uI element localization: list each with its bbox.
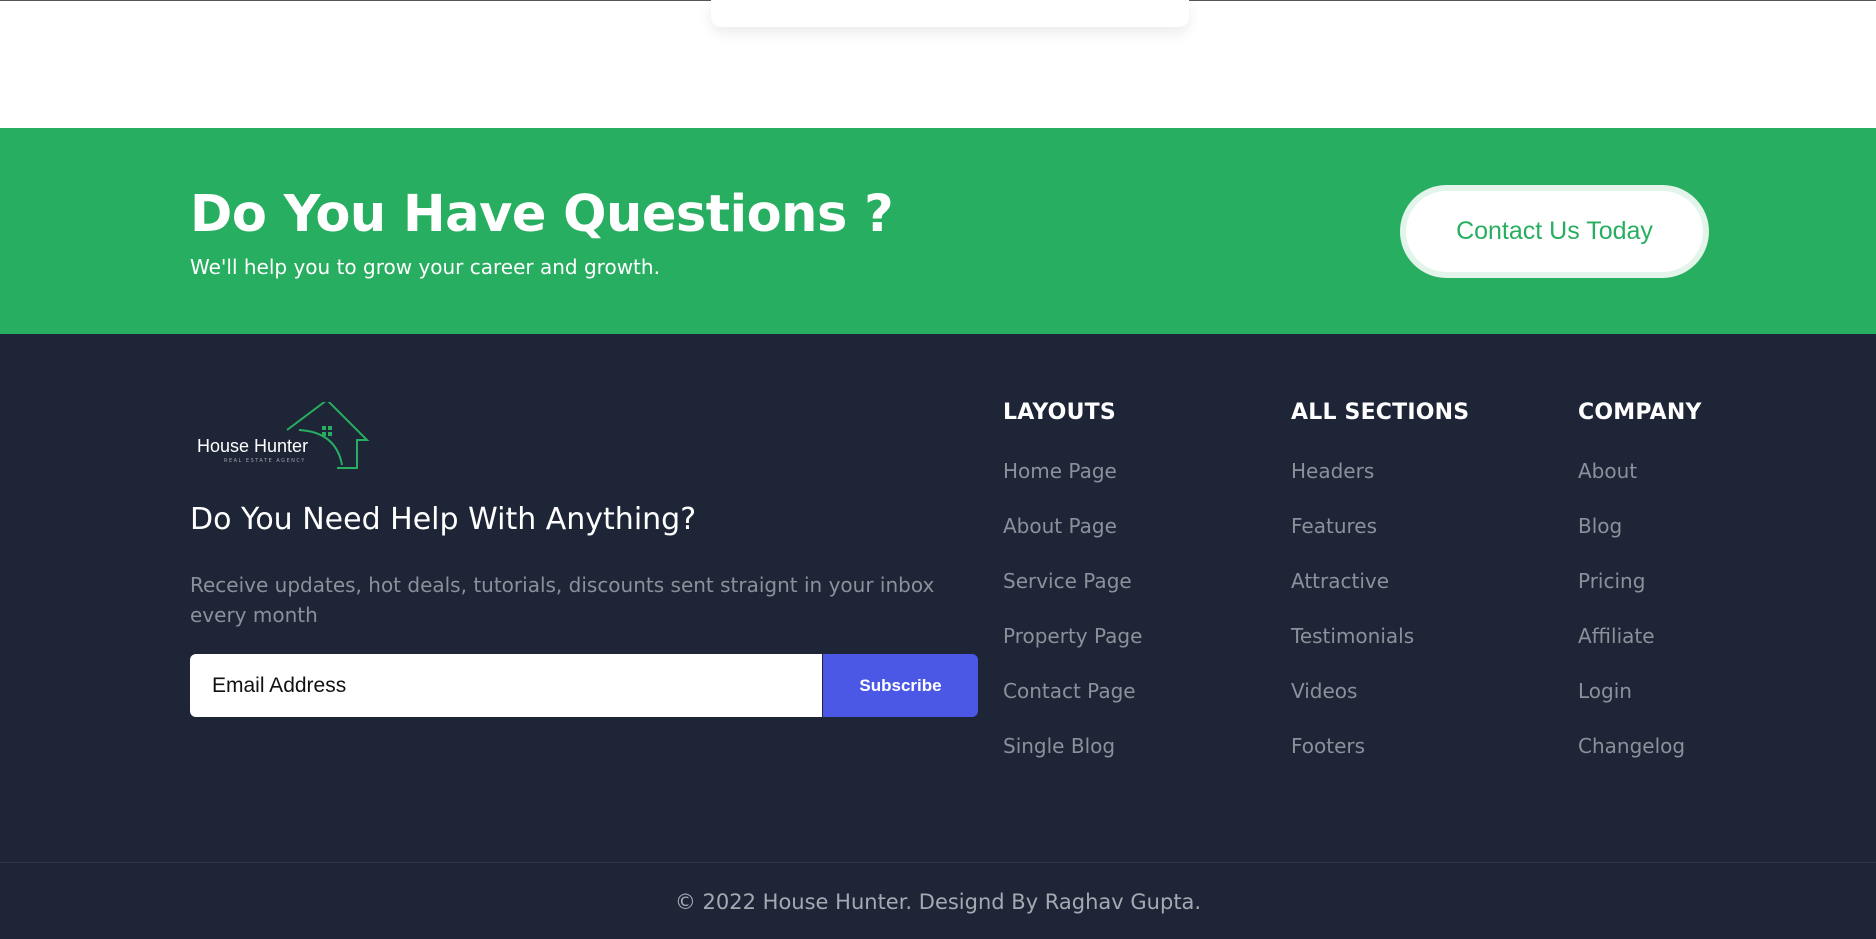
contact-us-button[interactable]: Contact Us Today	[1400, 185, 1709, 278]
house-hunter-logo[interactable]: House Hunter REAL ESTATE AGENCY	[190, 402, 380, 472]
footer-link-headers[interactable]: Headers	[1291, 459, 1469, 514]
footer-link-footers[interactable]: Footers	[1291, 734, 1469, 789]
site-footer: House Hunter REAL ESTATE AGENCY Do You N…	[0, 334, 1876, 939]
footer-link-contact-page[interactable]: Contact Page	[1003, 679, 1142, 734]
footer-link-service-page[interactable]: Service Page	[1003, 569, 1142, 624]
cta-title: Do You Have Questions ?	[190, 185, 894, 244]
footer-column-company: COMPANY About Blog Pricing Affiliate Log…	[1578, 400, 1702, 789]
help-description: Receive updates, hot deals, tutorials, d…	[190, 573, 935, 627]
logo-name: House Hunter	[197, 436, 309, 456]
footer-link-single-blog[interactable]: Single Blog	[1003, 734, 1142, 789]
footer-link-changelog[interactable]: Changelog	[1578, 734, 1702, 789]
logo-tagline: REAL ESTATE AGENCY	[224, 458, 306, 464]
copyright-text: © 2022 House Hunter. Designd By Raghav G…	[674, 890, 1202, 914]
footer-link-property-page[interactable]: Property Page	[1003, 624, 1142, 679]
footer-link-about[interactable]: About	[1578, 459, 1702, 514]
footer-divider	[0, 862, 1876, 863]
footer-column-all-sections: ALL SECTIONS Headers Features Attractive…	[1291, 400, 1469, 789]
footer-link-videos[interactable]: Videos	[1291, 679, 1469, 734]
subscribe-button[interactable]: Subscribe	[823, 654, 978, 717]
footer-column-layouts: LAYOUTS Home Page About Page Service Pag…	[1003, 400, 1142, 789]
cta-banner: Do You Have Questions ? We'll help you t…	[0, 128, 1876, 334]
footer-link-features[interactable]: Features	[1291, 514, 1469, 569]
footer-link-home-page[interactable]: Home Page	[1003, 459, 1142, 514]
previous-section-card	[711, 0, 1189, 27]
cta-subtitle: We'll help you to grow your career and g…	[190, 255, 660, 279]
column-title: LAYOUTS	[1003, 400, 1116, 425]
footer-link-pricing[interactable]: Pricing	[1578, 569, 1702, 624]
footer-link-about-page[interactable]: About Page	[1003, 514, 1142, 569]
footer-link-blog[interactable]: Blog	[1578, 514, 1702, 569]
help-title: Do You Need Help With Anything?	[190, 502, 697, 537]
column-title: ALL SECTIONS	[1291, 400, 1470, 425]
footer-link-affiliate[interactable]: Affiliate	[1578, 624, 1702, 679]
footer-link-attractive[interactable]: Attractive	[1291, 569, 1469, 624]
footer-link-testimonials[interactable]: Testimonials	[1291, 624, 1469, 679]
column-title: COMPANY	[1578, 400, 1702, 425]
footer-link-login[interactable]: Login	[1578, 679, 1702, 734]
email-input[interactable]	[190, 654, 822, 717]
